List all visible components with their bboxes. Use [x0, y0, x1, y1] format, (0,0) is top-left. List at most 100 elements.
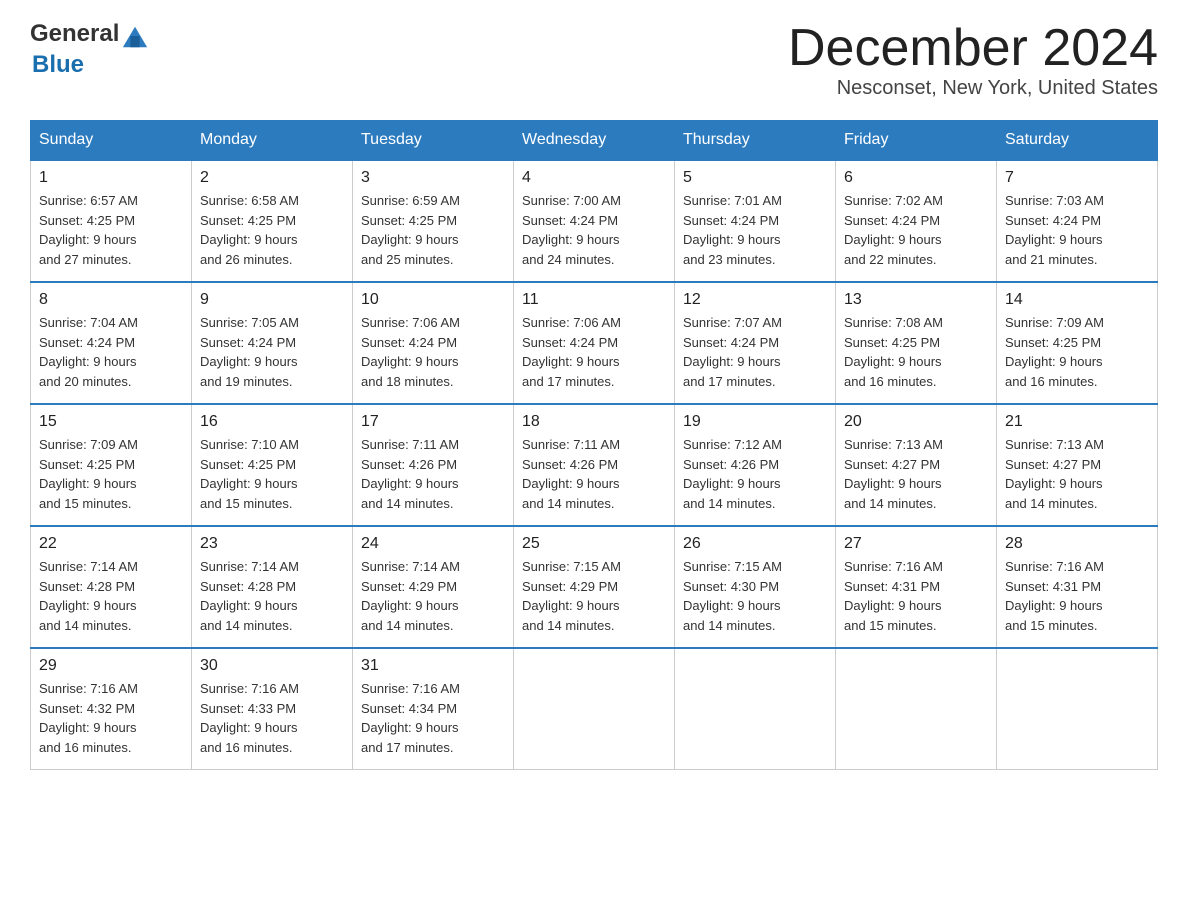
- location-title: Nesconset, New York, United States: [788, 77, 1158, 100]
- day-number: 27: [844, 535, 988, 553]
- table-row: 19 Sunrise: 7:12 AM Sunset: 4:26 PM Dayl…: [675, 404, 836, 526]
- table-row: 13 Sunrise: 7:08 AM Sunset: 4:25 PM Dayl…: [836, 282, 997, 404]
- table-row: 12 Sunrise: 7:07 AM Sunset: 4:24 PM Dayl…: [675, 282, 836, 404]
- day-number: 10: [361, 291, 505, 309]
- table-row: [997, 648, 1158, 770]
- table-row: 20 Sunrise: 7:13 AM Sunset: 4:27 PM Dayl…: [836, 404, 997, 526]
- day-number: 24: [361, 535, 505, 553]
- day-info: Sunrise: 7:13 AM Sunset: 4:27 PM Dayligh…: [1005, 435, 1149, 513]
- header-thursday: Thursday: [675, 121, 836, 161]
- month-title: December 2024: [788, 20, 1158, 77]
- table-row: 10 Sunrise: 7:06 AM Sunset: 4:24 PM Dayl…: [353, 282, 514, 404]
- calendar-week-row: 22 Sunrise: 7:14 AM Sunset: 4:28 PM Dayl…: [31, 526, 1158, 648]
- table-row: 22 Sunrise: 7:14 AM Sunset: 4:28 PM Dayl…: [31, 526, 192, 648]
- day-info: Sunrise: 7:02 AM Sunset: 4:24 PM Dayligh…: [844, 191, 988, 269]
- header-monday: Monday: [192, 121, 353, 161]
- day-number: 1: [39, 169, 183, 187]
- day-number: 11: [522, 291, 666, 309]
- day-number: 29: [39, 657, 183, 675]
- day-number: 21: [1005, 413, 1149, 431]
- day-info: Sunrise: 7:12 AM Sunset: 4:26 PM Dayligh…: [683, 435, 827, 513]
- logo-icon: [121, 23, 149, 51]
- table-row: 16 Sunrise: 7:10 AM Sunset: 4:25 PM Dayl…: [192, 404, 353, 526]
- day-info: Sunrise: 7:01 AM Sunset: 4:24 PM Dayligh…: [683, 191, 827, 269]
- table-row: 3 Sunrise: 6:59 AM Sunset: 4:25 PM Dayli…: [353, 160, 514, 282]
- table-row: 7 Sunrise: 7:03 AM Sunset: 4:24 PM Dayli…: [997, 160, 1158, 282]
- header-tuesday: Tuesday: [353, 121, 514, 161]
- day-number: 17: [361, 413, 505, 431]
- day-info: Sunrise: 7:06 AM Sunset: 4:24 PM Dayligh…: [522, 313, 666, 391]
- calendar-week-row: 15 Sunrise: 7:09 AM Sunset: 4:25 PM Dayl…: [31, 404, 1158, 526]
- header-wednesday: Wednesday: [514, 121, 675, 161]
- table-row: 8 Sunrise: 7:04 AM Sunset: 4:24 PM Dayli…: [31, 282, 192, 404]
- day-info: Sunrise: 7:03 AM Sunset: 4:24 PM Dayligh…: [1005, 191, 1149, 269]
- header-sunday: Sunday: [31, 121, 192, 161]
- day-info: Sunrise: 7:05 AM Sunset: 4:24 PM Dayligh…: [200, 313, 344, 391]
- table-row: 4 Sunrise: 7:00 AM Sunset: 4:24 PM Dayli…: [514, 160, 675, 282]
- day-info: Sunrise: 7:14 AM Sunset: 4:28 PM Dayligh…: [39, 557, 183, 635]
- header-friday: Friday: [836, 121, 997, 161]
- day-info: Sunrise: 7:14 AM Sunset: 4:28 PM Dayligh…: [200, 557, 344, 635]
- table-row: 31 Sunrise: 7:16 AM Sunset: 4:34 PM Dayl…: [353, 648, 514, 770]
- table-row: 23 Sunrise: 7:14 AM Sunset: 4:28 PM Dayl…: [192, 526, 353, 648]
- day-number: 23: [200, 535, 344, 553]
- day-info: Sunrise: 7:13 AM Sunset: 4:27 PM Dayligh…: [844, 435, 988, 513]
- day-info: Sunrise: 7:07 AM Sunset: 4:24 PM Dayligh…: [683, 313, 827, 391]
- table-row: 30 Sunrise: 7:16 AM Sunset: 4:33 PM Dayl…: [192, 648, 353, 770]
- table-row: 14 Sunrise: 7:09 AM Sunset: 4:25 PM Dayl…: [997, 282, 1158, 404]
- day-number: 12: [683, 291, 827, 309]
- table-row: 1 Sunrise: 6:57 AM Sunset: 4:25 PM Dayli…: [31, 160, 192, 282]
- day-number: 16: [200, 413, 344, 431]
- table-row: [836, 648, 997, 770]
- table-row: 26 Sunrise: 7:15 AM Sunset: 4:30 PM Dayl…: [675, 526, 836, 648]
- header-saturday: Saturday: [997, 121, 1158, 161]
- table-row: 17 Sunrise: 7:11 AM Sunset: 4:26 PM Dayl…: [353, 404, 514, 526]
- day-number: 2: [200, 169, 344, 187]
- day-number: 13: [844, 291, 988, 309]
- day-number: 18: [522, 413, 666, 431]
- days-header-row: Sunday Monday Tuesday Wednesday Thursday…: [31, 121, 1158, 161]
- day-info: Sunrise: 7:16 AM Sunset: 4:31 PM Dayligh…: [1005, 557, 1149, 635]
- day-info: Sunrise: 7:10 AM Sunset: 4:25 PM Dayligh…: [200, 435, 344, 513]
- day-number: 9: [200, 291, 344, 309]
- day-info: Sunrise: 7:09 AM Sunset: 4:25 PM Dayligh…: [39, 435, 183, 513]
- day-number: 31: [361, 657, 505, 675]
- day-info: Sunrise: 7:11 AM Sunset: 4:26 PM Dayligh…: [361, 435, 505, 513]
- day-info: Sunrise: 7:08 AM Sunset: 4:25 PM Dayligh…: [844, 313, 988, 391]
- logo: General Blue: [30, 20, 151, 79]
- day-number: 3: [361, 169, 505, 187]
- day-info: Sunrise: 6:57 AM Sunset: 4:25 PM Dayligh…: [39, 191, 183, 269]
- table-row: 27 Sunrise: 7:16 AM Sunset: 4:31 PM Dayl…: [836, 526, 997, 648]
- table-row: 29 Sunrise: 7:16 AM Sunset: 4:32 PM Dayl…: [31, 648, 192, 770]
- day-info: Sunrise: 7:06 AM Sunset: 4:24 PM Dayligh…: [361, 313, 505, 391]
- day-info: Sunrise: 7:14 AM Sunset: 4:29 PM Dayligh…: [361, 557, 505, 635]
- day-number: 30: [200, 657, 344, 675]
- day-info: Sunrise: 7:04 AM Sunset: 4:24 PM Dayligh…: [39, 313, 183, 391]
- day-info: Sunrise: 6:58 AM Sunset: 4:25 PM Dayligh…: [200, 191, 344, 269]
- day-info: Sunrise: 7:15 AM Sunset: 4:29 PM Dayligh…: [522, 557, 666, 635]
- logo-general-text: General Blue: [30, 20, 151, 79]
- day-number: 4: [522, 169, 666, 187]
- day-number: 19: [683, 413, 827, 431]
- table-row: 9 Sunrise: 7:05 AM Sunset: 4:24 PM Dayli…: [192, 282, 353, 404]
- calendar-week-row: 8 Sunrise: 7:04 AM Sunset: 4:24 PM Dayli…: [31, 282, 1158, 404]
- table-row: [514, 648, 675, 770]
- day-number: 28: [1005, 535, 1149, 553]
- day-info: Sunrise: 7:00 AM Sunset: 4:24 PM Dayligh…: [522, 191, 666, 269]
- day-info: Sunrise: 7:16 AM Sunset: 4:32 PM Dayligh…: [39, 679, 183, 757]
- table-row: 28 Sunrise: 7:16 AM Sunset: 4:31 PM Dayl…: [997, 526, 1158, 648]
- day-info: Sunrise: 7:16 AM Sunset: 4:34 PM Dayligh…: [361, 679, 505, 757]
- day-number: 25: [522, 535, 666, 553]
- table-row: 18 Sunrise: 7:11 AM Sunset: 4:26 PM Dayl…: [514, 404, 675, 526]
- day-number: 5: [683, 169, 827, 187]
- calendar-table: Sunday Monday Tuesday Wednesday Thursday…: [30, 120, 1158, 770]
- day-number: 26: [683, 535, 827, 553]
- table-row: [675, 648, 836, 770]
- day-number: 6: [844, 169, 988, 187]
- day-info: Sunrise: 6:59 AM Sunset: 4:25 PM Dayligh…: [361, 191, 505, 269]
- table-row: 24 Sunrise: 7:14 AM Sunset: 4:29 PM Dayl…: [353, 526, 514, 648]
- day-info: Sunrise: 7:09 AM Sunset: 4:25 PM Dayligh…: [1005, 313, 1149, 391]
- day-number: 7: [1005, 169, 1149, 187]
- table-row: 25 Sunrise: 7:15 AM Sunset: 4:29 PM Dayl…: [514, 526, 675, 648]
- day-number: 14: [1005, 291, 1149, 309]
